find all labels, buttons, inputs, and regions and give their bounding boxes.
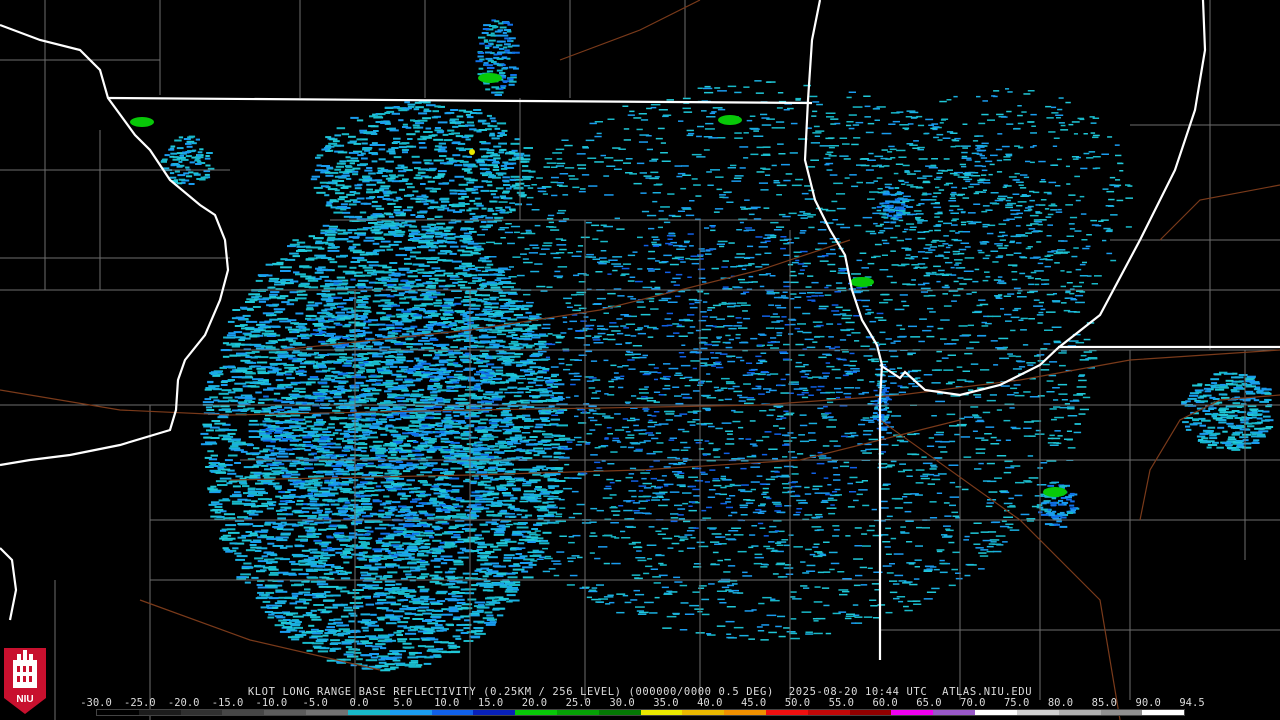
colorbar-segment [849,710,892,715]
colorbar-segment [515,710,557,715]
colorbar-segment [97,710,139,715]
scale-tick-label: 85.0 [1091,697,1117,709]
scale-tick-label: -25.0 [124,697,156,709]
colorbar-segment [431,710,474,715]
colorbar-segment [1016,710,1059,715]
scale-tick-label: 25.0 [565,697,591,709]
colorbar-segment [347,710,390,715]
scale-tick-label: 70.0 [960,697,986,709]
colorbar-segment [933,710,976,715]
scale-tick-label: 50.0 [784,697,811,709]
colorbar-segment [891,710,934,715]
colorbar-segment [975,710,1017,715]
colorbar-segment [389,710,432,715]
scale-tick-label: 40.0 [697,697,723,709]
colorbar-segment [598,710,641,715]
colorbar-segment [222,710,265,715]
colorbar-segment [556,710,599,715]
colorbar-segment [766,710,808,715]
scale-tick-label: 15.0 [477,697,504,709]
scale-tick-label: 30.0 [609,697,635,709]
scale-tick-label: 10.0 [434,697,460,709]
colorbar-segment [138,710,181,715]
niu-logo-icon: NIU [4,648,46,714]
colorbar-segment [180,710,223,715]
colorbar-segment [264,710,307,715]
scale-tick-label: 20.0 [521,697,548,709]
dbz-scale-labels: -30.0 -25.0 -20.0 -15.0 -10.0 -5.0 0.0 5.0 10.0 1… [80,697,1204,709]
scale-tick-label: 60.0 [872,697,898,709]
scale-tick-label: 0.0 [349,697,369,709]
colorbar-segment [807,710,850,715]
scale-tick-label: -15.0 [211,697,244,709]
colorbar-segment [473,710,516,715]
scale-tick-label: 55.0 [828,697,854,709]
scale-tick-label: 35.0 [653,697,679,709]
colorbar-segment [640,710,683,715]
scale-tick-label: -30.0 [80,697,112,709]
radar-map [0,0,1280,720]
scale-tick-label: -20.0 [167,697,200,709]
colorbar-segment [306,710,348,715]
scale-tick-label: 94.5 [1179,697,1205,709]
dbz-colorbar [96,709,1185,716]
niu-logo-text: NIU [16,694,33,705]
colorbar-segment [1058,710,1101,715]
scale-tick-label: 90.0 [1135,697,1161,709]
scale-tick-label: 45.0 [740,697,767,709]
scale-tick-label: 65.0 [916,697,942,709]
scale-tick-label: 75.0 [1003,697,1030,709]
scale-tick-label: 5.0 [393,697,413,709]
scale-tick-label: 80.0 [1047,697,1074,709]
colorbar-segment [1100,710,1143,715]
scale-tick-label: -10.0 [255,697,288,709]
colorbar-segment [1142,710,1185,715]
colorbar-segment [724,710,766,715]
scale-tick-label: -5.0 [302,697,328,709]
colorbar-segment [682,710,725,715]
